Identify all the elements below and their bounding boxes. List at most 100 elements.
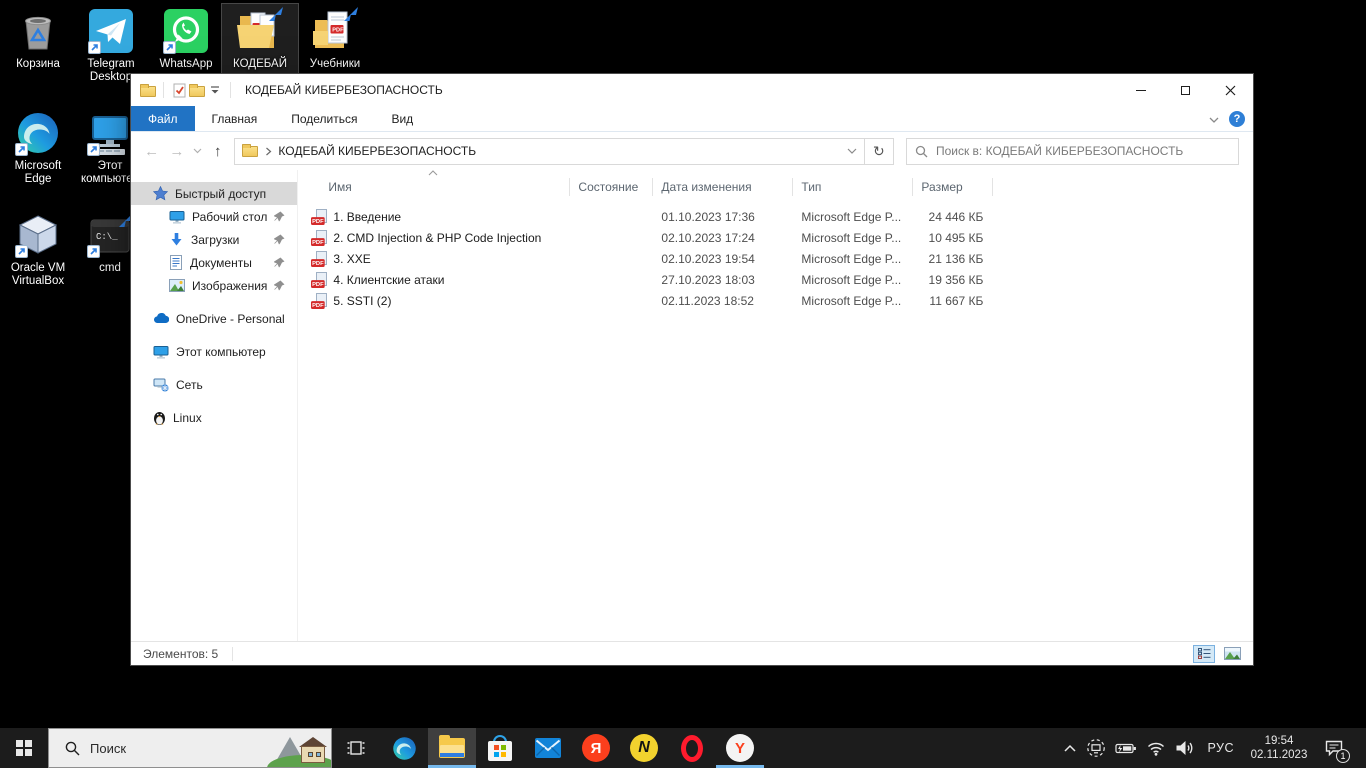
shortcut-arrow-icon [15,143,28,156]
recent-locations-button[interactable] [190,148,206,154]
explorer-search-input[interactable] [936,144,1230,158]
back-button[interactable]: ← [139,143,164,160]
taskbar-opera-button[interactable] [668,728,716,768]
help-button[interactable]: ? [1229,111,1245,127]
sort-ascending-icon[interactable] [428,170,438,176]
explorer-search-box[interactable] [906,138,1239,165]
penguin-icon [153,410,166,425]
start-button[interactable] [0,728,48,768]
file-type: Microsoft Edge P... [793,210,913,224]
sidebar-item-desktop[interactable]: Рабочий стол [131,205,297,228]
properties-button[interactable] [170,81,188,99]
mail-icon [535,738,561,758]
sidebar-item-quick-access[interactable]: Быстрый доступ [131,182,297,205]
column-header-size[interactable]: Размер [913,178,993,196]
file-row[interactable]: PDF4. Клиентские атаки 27.10.2023 18:03 … [308,269,1253,290]
file-row[interactable]: PDF3. XXE 02.10.2023 19:54 Microsoft Edg… [308,248,1253,269]
column-header-type[interactable]: Тип [793,178,913,196]
breadcrumb[interactable]: КОДЕБАЙ КИБЕРБЕЗОПАСНОСТЬ [278,144,476,158]
pin-icon [274,211,285,222]
column-header-status[interactable]: Состояние [570,178,653,196]
svg-text:PDF: PDF [332,28,344,34]
close-button[interactable] [1208,74,1253,106]
pdf-file-icon: PDF [311,209,327,225]
desktop-icon-kodebay[interactable]: PDFPDF КОДЕБАЙ [222,4,298,73]
desktop-icon-recycle-bin[interactable]: Корзина [0,4,76,73]
taskbar-edge-button[interactable] [380,728,428,768]
window-title: КОДЕБАЙ КИБЕРБЕЗОПАСНОСТЬ [245,83,443,97]
column-header-name[interactable]: Имя [308,178,570,196]
tab-file[interactable]: Файл [131,106,195,131]
taskbar-yandex-browser-button[interactable]: Y [716,728,764,768]
sidebar-item-pictures[interactable]: Изображения [131,274,297,297]
explorer-system-icon[interactable] [139,81,157,99]
file-size: 24 446 КБ [913,210,993,224]
tab-home[interactable]: Главная [195,106,275,131]
titlebar[interactable]: КОДЕБАЙ КИБЕРБЕЗОПАСНОСТЬ [131,74,1253,106]
forward-button[interactable]: → [164,143,189,160]
hidden-icons-button[interactable] [1063,744,1077,753]
wifi-icon[interactable] [1146,741,1166,756]
navigation-bar: ← → ↑ КОДЕБАЙ КИБЕРБЕЗОПАСНОСТЬ ↻ [131,132,1253,170]
clock[interactable]: 19:54 02.11.2023 [1247,734,1311,762]
search-highlight-image[interactable] [273,729,331,768]
desktop-icon-virtualbox[interactable]: Oracle VM VirtualBox [0,208,76,290]
minimize-button[interactable] [1118,74,1163,106]
taskbar-file-explorer-button[interactable] [428,728,476,768]
new-folder-button[interactable] [188,81,206,99]
desktop-icon-whatsapp[interactable]: WhatsApp [148,4,224,73]
language-indicator[interactable]: РУС [1203,741,1238,755]
file-row[interactable]: PDF1. Введение 01.10.2023 17:36 Microsof… [308,206,1253,227]
desktop-icon-edge[interactable]: Microsoft Edge [0,106,76,188]
tab-view[interactable]: Вид [374,106,430,131]
expand-ribbon-button[interactable] [1209,110,1219,128]
sidebar-item-downloads[interactable]: Загрузки [131,228,297,251]
file-row[interactable]: PDF2. CMD Injection & PHP Code Injection… [308,227,1253,248]
pdf-file-icon: PDF [311,251,327,267]
battery-charging-icon[interactable] [1115,742,1137,755]
up-button[interactable]: ↑ [205,143,230,160]
navigation-pane: Быстрый доступ Рабочий стол Загрузки Док… [131,170,298,641]
file-size: 21 136 КБ [913,252,993,266]
desktop-icon-label: Oracle VM VirtualBox [2,262,74,288]
file-modified: 02.10.2023 17:24 [653,231,793,245]
taskbar-yandex-button[interactable]: Я [572,728,620,768]
sidebar-item-linux[interactable]: Linux [131,406,297,429]
file-name: 1. Введение [333,210,401,224]
shortcut-arrow-icon [87,143,100,156]
taskbar-yellow-n-app-button[interactable]: N [620,728,668,768]
column-header-modified[interactable]: Дата изменения [653,178,793,196]
address-bar[interactable]: КОДЕБАЙ КИБЕРБЕЗОПАСНОСТЬ [234,138,864,165]
sidebar-item-label: Этот компьютер [176,345,266,359]
taskbar-store-button[interactable] [476,728,524,768]
sidebar-item-this-pc[interactable]: Этот компьютер [131,340,297,363]
address-dropdown-button[interactable] [840,148,864,154]
file-row[interactable]: PDF5. SSTI (2) 02.11.2023 18:52 Microsof… [308,290,1253,311]
volume-icon[interactable] [1175,740,1194,756]
maximize-button[interactable] [1163,74,1208,106]
details-view-button[interactable] [1193,645,1215,663]
breadcrumb-chevron-icon [265,147,272,156]
search-icon [65,741,80,756]
desktop-icon-uchebniki[interactable]: PDF Учебники [297,4,373,73]
taskbar-mail-button[interactable] [524,728,572,768]
taskbar-search-box[interactable] [48,728,332,768]
refresh-button[interactable]: ↻ [865,138,894,165]
task-view-button[interactable] [332,728,380,768]
details-view-icon [1198,648,1211,659]
tab-share[interactable]: Поделиться [274,106,374,131]
this-pc-icon [86,109,134,157]
edge-icon [14,109,62,157]
items-count: Элементов: 5 [143,647,218,661]
large-icons-view-button[interactable] [1221,645,1243,663]
file-explorer-icon [439,738,465,758]
task-view-icon [346,738,366,758]
sidebar-item-onedrive[interactable]: OneDrive - Personal [131,307,297,330]
desktop-icon-label: Учебники [310,58,360,71]
sidebar-item-documents[interactable]: Документы [131,251,297,274]
sidebar-item-network[interactable]: Сеть [131,373,297,396]
cast-display-icon[interactable] [1086,738,1106,758]
qat-customize-button[interactable] [206,81,224,99]
action-center-button[interactable]: 1 [1320,728,1348,768]
taskbar-search-input[interactable] [90,741,240,756]
